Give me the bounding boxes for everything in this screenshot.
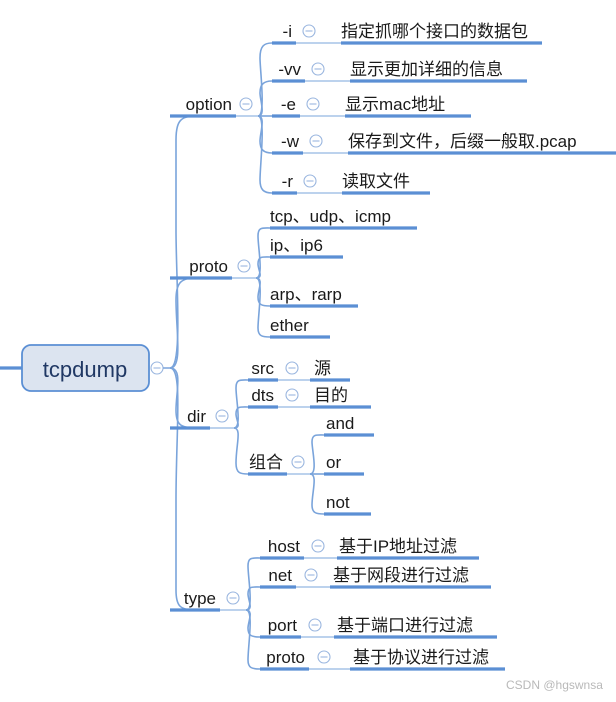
option-item--vv-label: -vv xyxy=(278,60,301,79)
option-item--r-desc: 读取文件 xyxy=(342,172,410,191)
proto-item-arp-rarp[interactable]: arp、rarp xyxy=(270,285,358,308)
type-item-host[interactable]: host 基于IP地址过滤 xyxy=(260,537,479,560)
root-collapse-toggle-icon[interactable] xyxy=(150,361,164,375)
branch-dir-collapse-toggle-icon[interactable] xyxy=(215,409,229,423)
dir-item-src-label: src xyxy=(251,359,274,378)
root-node-label: tcpdump xyxy=(43,357,127,382)
branch-option-connectors xyxy=(257,42,273,194)
proto-item-tcp-udp-icmp[interactable]: tcp、udp、icmp xyxy=(270,207,417,230)
type-item-net-label: net xyxy=(268,566,292,585)
zuhe-item-not-label: not xyxy=(326,493,350,512)
proto-item-ether-label: ether xyxy=(270,316,309,335)
zuhe-item-not[interactable]: not xyxy=(324,493,371,516)
type-item-port-collapse-toggle-icon[interactable] xyxy=(308,618,322,632)
branch-type-connectors xyxy=(245,557,261,670)
option-item--w-desc: 保存到文件，后缀一般取.pcap xyxy=(348,132,577,151)
option-item--i-desc: 指定抓哪个接口的数据包 xyxy=(341,22,528,41)
branch-proto-collapse-toggle-icon[interactable] xyxy=(237,259,251,273)
dir-item-dts-label: dts xyxy=(251,386,274,405)
type-item-proto-label: proto xyxy=(266,648,305,667)
branch-proto-label: proto xyxy=(189,257,228,276)
option-item--e[interactable]: -e 显示mac地址 xyxy=(272,95,471,118)
type-item-proto[interactable]: proto 基于协议进行过滤 xyxy=(260,648,505,671)
branch-proto-connectors xyxy=(255,227,271,338)
mindmap-canvas: tcpdump option -i 指定抓哪个接口的数据包 -vv 显示更加详细… xyxy=(0,22,616,692)
proto-item-ip-ip6[interactable]: ip、ip6 xyxy=(270,236,343,259)
dir-item-dts[interactable]: dts 目的 xyxy=(248,386,371,409)
option-item--vv[interactable]: -vv 显示更加详细的信息 xyxy=(272,60,527,83)
dir-item-dts-collapse-toggle-icon[interactable] xyxy=(285,388,299,402)
option-item--w-label: -w xyxy=(281,132,300,151)
option-item--i-collapse-toggle-icon[interactable] xyxy=(302,24,316,38)
option-item--vv-desc: 显示更加详细的信息 xyxy=(350,60,503,79)
option-item--vv-collapse-toggle-icon[interactable] xyxy=(311,62,325,76)
proto-item-tcp-udp-icmp-label: tcp、udp、icmp xyxy=(270,207,391,226)
option-item--r-label: -r xyxy=(282,172,294,191)
type-item-net[interactable]: net 基于网段进行过滤 xyxy=(260,566,491,589)
dir-item-src-collapse-toggle-icon[interactable] xyxy=(285,361,299,375)
type-item-proto-desc: 基于协议进行过滤 xyxy=(353,648,489,667)
type-item-net-desc: 基于网段进行过滤 xyxy=(333,566,469,585)
branch-dir-connectors xyxy=(233,379,249,475)
zuhe-item-or[interactable]: or xyxy=(324,453,364,476)
branch-option-label: option xyxy=(186,95,232,114)
dir-item-zuhe-label: 组合 xyxy=(249,453,283,472)
dir-item-src[interactable]: src 源 xyxy=(248,359,350,382)
option-item--e-collapse-toggle-icon[interactable] xyxy=(306,97,320,111)
type-item-net-collapse-toggle-icon[interactable] xyxy=(304,568,318,582)
option-item--i-label: -i xyxy=(283,22,292,41)
branch-option-collapse-toggle-icon[interactable] xyxy=(239,97,253,111)
root-node[interactable]: tcpdump xyxy=(0,344,150,392)
proto-item-arp-rarp-label: arp、rarp xyxy=(270,285,342,304)
watermark: CSDN @hgswnsa xyxy=(506,678,603,692)
type-item-host-label: host xyxy=(268,537,300,556)
branch-dir-label: dir xyxy=(187,407,206,426)
dir-item-src-desc: 源 xyxy=(314,359,331,378)
option-item--e-label: -e xyxy=(281,95,296,114)
proto-item-ether[interactable]: ether xyxy=(270,316,330,339)
type-item-host-desc: 基于IP地址过滤 xyxy=(339,537,457,556)
branch-type-collapse-toggle-icon[interactable] xyxy=(226,591,240,605)
zuhe-item-and[interactable]: and xyxy=(324,414,374,437)
type-item-proto-collapse-toggle-icon[interactable] xyxy=(317,650,331,664)
root-spine xyxy=(163,115,196,611)
option-item--r[interactable]: -r 读取文件 xyxy=(272,172,430,195)
dir-item-dts-desc: 目的 xyxy=(314,386,348,405)
branch-type-label: type xyxy=(184,589,216,608)
option-item--r-collapse-toggle-icon[interactable] xyxy=(303,174,317,188)
option-item--w-collapse-toggle-icon[interactable] xyxy=(309,134,323,148)
dir-item-zuhe-connectors xyxy=(309,434,325,515)
type-item-host-collapse-toggle-icon[interactable] xyxy=(311,539,325,553)
zuhe-item-or-label: or xyxy=(326,453,341,472)
type-item-port-desc: 基于端口进行过滤 xyxy=(337,616,473,635)
proto-item-ip-ip6-label: ip、ip6 xyxy=(270,236,323,255)
dir-item-zuhe-collapse-toggle-icon[interactable] xyxy=(291,455,305,469)
zuhe-item-and-label: and xyxy=(326,414,354,433)
option-item--e-desc: 显示mac地址 xyxy=(345,95,445,114)
type-item-port[interactable]: port 基于端口进行过滤 xyxy=(260,616,497,639)
option-item--w[interactable]: -w 保存到文件，后缀一般取.pcap xyxy=(272,132,616,155)
type-item-port-label: port xyxy=(268,616,298,635)
